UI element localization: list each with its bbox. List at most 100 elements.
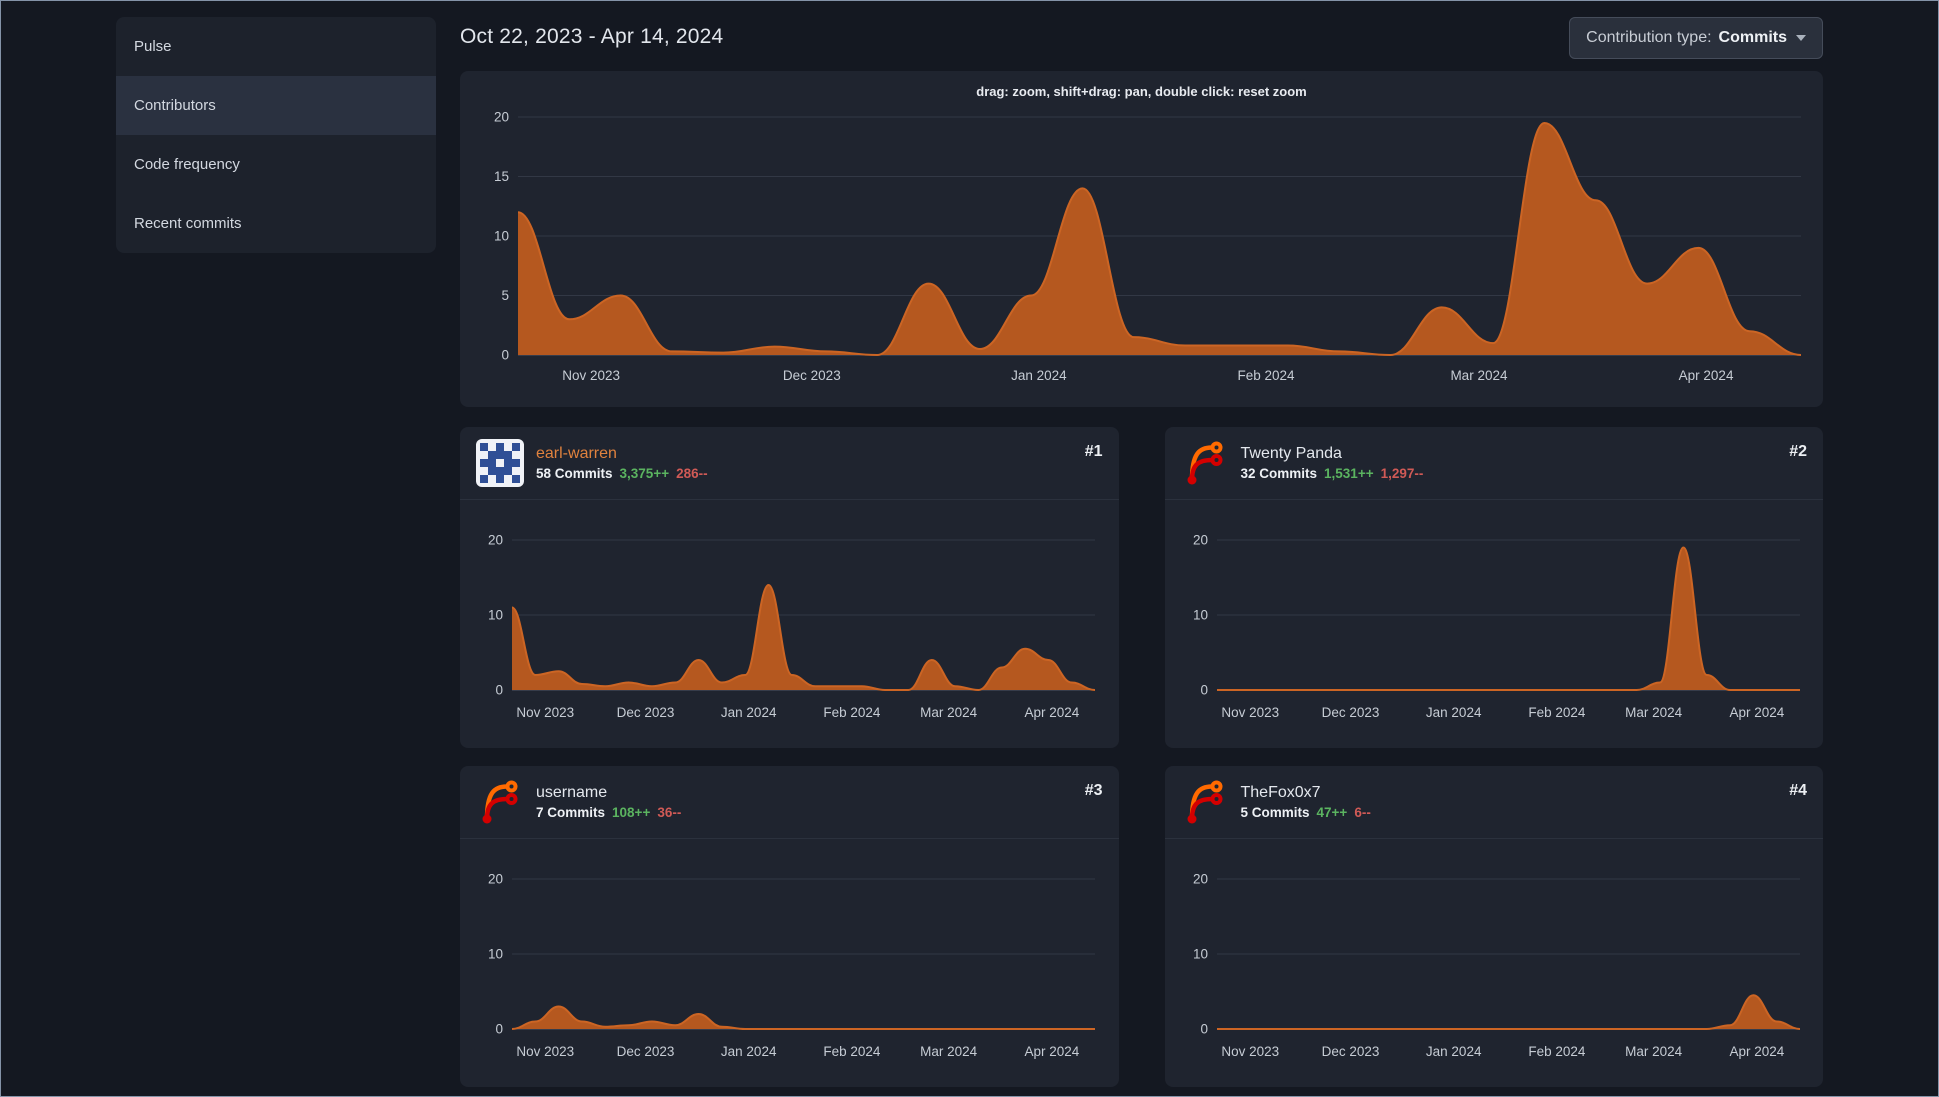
contributor-identity: Twenty Panda 32 Commits 1,531++ 1,297-- bbox=[1241, 445, 1424, 481]
contributor-deletions: 36-- bbox=[657, 805, 682, 820]
svg-text:Jan 2024: Jan 2024 bbox=[721, 705, 777, 720]
svg-text:Feb 2024: Feb 2024 bbox=[1237, 368, 1295, 383]
overall-commits-chart[interactable]: 0 5 10 15 20 Nov 2023 Dec 2023 Jan 2024 Feb 2024… bbox=[476, 107, 1809, 389]
contributor-stats: 58 Commits 3,375++ 286-- bbox=[536, 466, 708, 481]
contributor-name-link[interactable]: earl-warren bbox=[536, 445, 708, 463]
svg-text:10: 10 bbox=[494, 229, 509, 244]
svg-text:Jan 2024: Jan 2024 bbox=[1425, 705, 1481, 720]
svg-text:Mar 2024: Mar 2024 bbox=[920, 1044, 978, 1059]
svg-text:Apr 2024: Apr 2024 bbox=[1729, 705, 1784, 720]
overall-chart-card: drag: zoom, shift+drag: pan, double clic… bbox=[460, 71, 1823, 407]
svg-text:Dec 2023: Dec 2023 bbox=[1321, 705, 1379, 720]
contributor-name-link[interactable]: TheFox0x7 bbox=[1241, 784, 1371, 802]
svg-text:10: 10 bbox=[488, 947, 503, 962]
contributor-chart-wrap: 0 10 20 Nov 2023 Dec 2023 Jan 2024 Feb 2024 Mar… bbox=[460, 839, 1119, 1087]
svg-text:10: 10 bbox=[1192, 947, 1207, 962]
contributor-stats: 7 Commits 108++ 36-- bbox=[536, 805, 681, 820]
contributor-header: Twenty Panda 32 Commits 1,531++ 1,297-- … bbox=[1164, 427, 1823, 500]
svg-text:Mar 2024: Mar 2024 bbox=[1625, 1044, 1683, 1059]
contributor-stats: 32 Commits 1,531++ 1,297-- bbox=[1241, 466, 1424, 481]
svg-text:Dec 2023: Dec 2023 bbox=[783, 368, 841, 383]
svg-text:Mar 2024: Mar 2024 bbox=[1625, 705, 1683, 720]
contributor-name-link[interactable]: Twenty Panda bbox=[1241, 445, 1424, 463]
svg-text:Apr 2024: Apr 2024 bbox=[1729, 1044, 1784, 1059]
svg-text:10: 10 bbox=[488, 608, 503, 623]
contributor-deletions: 1,297-- bbox=[1380, 466, 1424, 481]
main-header: Oct 22, 2023 - Apr 14, 2024 Contribution… bbox=[460, 17, 1823, 59]
svg-text:Dec 2023: Dec 2023 bbox=[1321, 1044, 1379, 1059]
sidebar-item-code-frequency[interactable]: Code frequency bbox=[116, 135, 436, 194]
contributors-grid: earl-warren 58 Commits 3,375++ 286-- #1 … bbox=[460, 427, 1823, 1087]
svg-text:20: 20 bbox=[488, 872, 503, 887]
contributor-card-4: TheFox0x7 5 Commits 47++ 6-- #4 0 10 20 Nov… bbox=[1164, 766, 1824, 1087]
chevron-down-icon bbox=[1796, 35, 1806, 41]
svg-text:Feb 2024: Feb 2024 bbox=[1528, 705, 1586, 720]
contributor-identity: earl-warren 58 Commits 3,375++ 286-- bbox=[536, 445, 708, 481]
svg-text:Apr 2024: Apr 2024 bbox=[1024, 705, 1079, 720]
contributor-card-1: earl-warren 58 Commits 3,375++ 286-- #1 … bbox=[460, 427, 1119, 748]
avatar[interactable] bbox=[1181, 439, 1229, 487]
svg-text:0: 0 bbox=[1200, 683, 1208, 698]
svg-text:Nov 2023: Nov 2023 bbox=[1221, 1044, 1279, 1059]
svg-text:Jan 2024: Jan 2024 bbox=[1425, 1044, 1481, 1059]
avatar[interactable] bbox=[476, 778, 524, 826]
avatar[interactable] bbox=[476, 439, 524, 487]
svg-text:Feb 2024: Feb 2024 bbox=[823, 1044, 881, 1059]
activity-sidebar: Pulse Contributors Code frequency Recent… bbox=[116, 17, 436, 1087]
svg-text:0: 0 bbox=[495, 683, 503, 698]
contributor-deletions: 6-- bbox=[1354, 805, 1371, 820]
contributor-rank: #1 bbox=[1084, 443, 1103, 460]
contributor-commits: 7 Commits bbox=[536, 805, 606, 820]
svg-text:5: 5 bbox=[501, 288, 509, 303]
contributor-header: username 7 Commits 108++ 36-- #3 bbox=[460, 766, 1119, 839]
svg-text:0: 0 bbox=[1200, 1022, 1208, 1037]
svg-text:Mar 2024: Mar 2024 bbox=[1450, 368, 1508, 383]
contributor-commits: 32 Commits bbox=[1240, 466, 1318, 481]
contributor-additions: 3,375++ bbox=[619, 466, 670, 481]
contributor-chart-wrap: 0 10 20 Nov 2023 Dec 2023 Jan 2024 Feb 2024 Mar… bbox=[460, 500, 1119, 748]
sidebar-item-contributors[interactable]: Contributors bbox=[116, 76, 436, 135]
sidebar-item-pulse[interactable]: Pulse bbox=[116, 17, 436, 76]
sidebar-item-recent-commits[interactable]: Recent commits bbox=[116, 194, 436, 253]
contribution-type-label: Contribution type: bbox=[1586, 29, 1712, 46]
contributor-chart-wrap: 0 10 20 Nov 2023 Dec 2023 Jan 2024 Feb 2024 Mar… bbox=[1165, 839, 1824, 1087]
contributor-additions: 47++ bbox=[1316, 805, 1348, 820]
contributor-rank: #3 bbox=[1084, 782, 1103, 799]
svg-text:Feb 2024: Feb 2024 bbox=[823, 705, 881, 720]
contributor-rank: #4 bbox=[1789, 782, 1807, 799]
contributor-header: earl-warren 58 Commits 3,375++ 286-- #1 bbox=[460, 427, 1119, 500]
svg-text:Nov 2023: Nov 2023 bbox=[516, 705, 574, 720]
contributor-identity: username 7 Commits 108++ 36-- bbox=[536, 784, 681, 820]
activity-menu: Pulse Contributors Code frequency Recent… bbox=[116, 17, 436, 253]
contributor-additions: 108++ bbox=[612, 805, 651, 820]
contributor-commits-chart[interactable]: 0 10 20 Nov 2023 Dec 2023 Jan 2024 Feb 2024 Mar… bbox=[1181, 865, 1808, 1065]
contributor-name-link[interactable]: username bbox=[536, 784, 681, 802]
svg-text:Dec 2023: Dec 2023 bbox=[617, 705, 675, 720]
svg-text:0: 0 bbox=[501, 348, 509, 363]
contributor-commits-chart[interactable]: 0 10 20 Nov 2023 Dec 2023 Jan 2024 Feb 2024 Mar… bbox=[1181, 526, 1808, 726]
svg-text:20: 20 bbox=[1192, 872, 1207, 887]
contributor-header: TheFox0x7 5 Commits 47++ 6-- #4 bbox=[1164, 766, 1823, 839]
contributor-rank: #2 bbox=[1789, 443, 1807, 460]
svg-text:10: 10 bbox=[1192, 608, 1207, 623]
avatar[interactable] bbox=[1181, 778, 1229, 826]
date-range-title: Oct 22, 2023 - Apr 14, 2024 bbox=[460, 25, 724, 48]
svg-text:Feb 2024: Feb 2024 bbox=[1528, 1044, 1586, 1059]
contribution-type-value: Commits bbox=[1718, 29, 1787, 46]
svg-text:15: 15 bbox=[494, 169, 509, 184]
contribution-type-dropdown[interactable]: Contribution type: Commits bbox=[1569, 17, 1823, 59]
svg-text:20: 20 bbox=[1192, 533, 1207, 548]
svg-text:20: 20 bbox=[488, 533, 503, 548]
contributor-card-3: username 7 Commits 108++ 36-- #3 0 10 20 No… bbox=[460, 766, 1119, 1087]
svg-text:Nov 2023: Nov 2023 bbox=[1221, 705, 1279, 720]
main-content: Oct 22, 2023 - Apr 14, 2024 Contribution… bbox=[460, 17, 1823, 1087]
svg-text:20: 20 bbox=[494, 110, 509, 125]
contributors-page: Pulse Contributors Code frequency Recent… bbox=[1, 1, 1938, 1087]
svg-text:Dec 2023: Dec 2023 bbox=[617, 1044, 675, 1059]
contributor-commits-chart[interactable]: 0 10 20 Nov 2023 Dec 2023 Jan 2024 Feb 2024 Mar… bbox=[476, 865, 1103, 1065]
contributor-commits-chart[interactable]: 0 10 20 Nov 2023 Dec 2023 Jan 2024 Feb 2024 Mar… bbox=[476, 526, 1103, 726]
svg-text:Nov 2023: Nov 2023 bbox=[562, 368, 620, 383]
svg-text:0: 0 bbox=[495, 1022, 503, 1037]
chart-zoom-hint: drag: zoom, shift+drag: pan, double clic… bbox=[976, 84, 1307, 99]
contributor-commits: 58 Commits bbox=[536, 466, 613, 481]
